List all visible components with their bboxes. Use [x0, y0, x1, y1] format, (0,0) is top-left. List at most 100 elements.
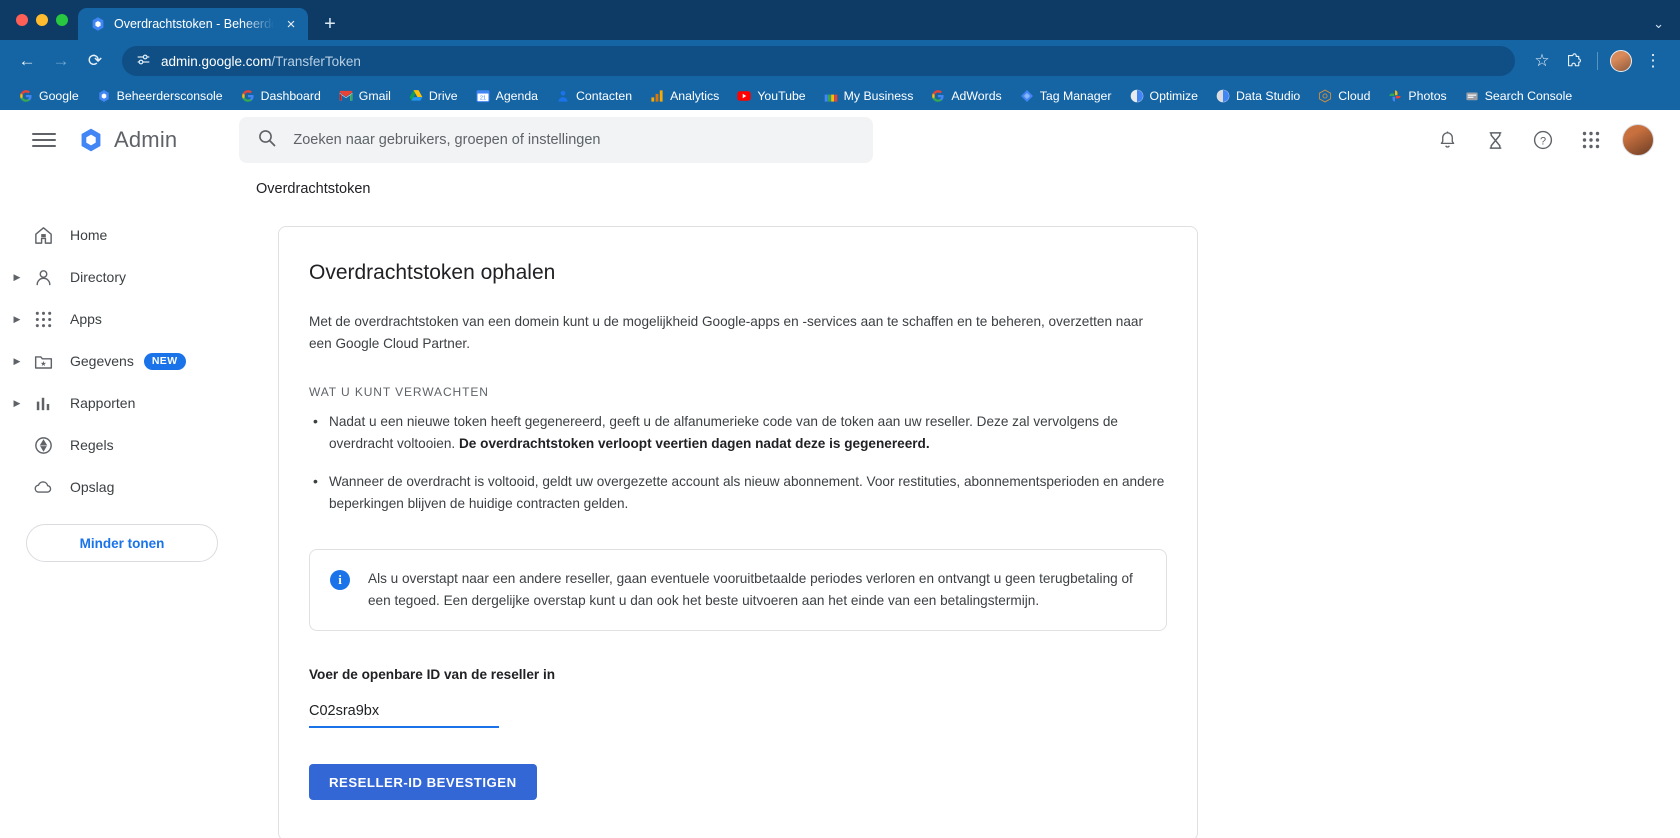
- back-button[interactable]: ←: [12, 46, 42, 76]
- info-box: i Als u overstapt naar een andere resell…: [309, 549, 1167, 632]
- bookmark-analytics[interactable]: Analytics: [641, 85, 728, 107]
- bookmark-cloud[interactable]: Cloud: [1309, 85, 1379, 107]
- google-g-icon: [20, 90, 32, 102]
- confirm-reseller-id-button[interactable]: RESELLER-ID BEVESTIGEN: [309, 764, 537, 801]
- chrome-menu-icon[interactable]: ⋮: [1638, 46, 1668, 76]
- puzzle-icon[interactable]: [1559, 46, 1589, 76]
- sidebar-item-label: Apps: [70, 311, 102, 327]
- search-bar[interactable]: [239, 117, 874, 163]
- tab-title: Overdrachtstoken - Beheerde: [114, 17, 274, 31]
- hamburger-icon[interactable]: [24, 120, 64, 160]
- help-icon[interactable]: ?: [1526, 123, 1560, 157]
- browser-tab[interactable]: Overdrachtstoken - Beheerde ×: [78, 8, 308, 40]
- bookmark-beheerdersconsole[interactable]: Beheerdersconsole: [88, 85, 232, 107]
- show-less-button[interactable]: Minder tonen: [26, 524, 218, 562]
- new-tab-button[interactable]: +: [316, 10, 344, 38]
- bookmark-label: Gmail: [358, 89, 391, 103]
- page-title: Overdrachtstoken: [256, 181, 371, 197]
- reload-button[interactable]: ⟳: [80, 46, 110, 76]
- bookmark-google[interactable]: Google: [10, 85, 88, 107]
- search-icon: [257, 128, 277, 153]
- sidebar-item-label: Home: [70, 227, 108, 243]
- sidebar-item-apps[interactable]: ▶ Apps: [0, 298, 236, 340]
- sidebar-item-rapporten[interactable]: ▶ Rapporten: [0, 382, 236, 424]
- bookmark-tag-manager[interactable]: Tag Manager: [1011, 85, 1121, 107]
- bookmark-star-icon[interactable]: ☆: [1527, 46, 1557, 76]
- bookmark-label: Analytics: [670, 89, 720, 103]
- section-label: WAT U KUNT VERWACHTEN: [309, 385, 489, 400]
- url-path: /TransferToken: [271, 53, 361, 69]
- calendar-icon: 21: [476, 90, 490, 103]
- bookmark-my-business[interactable]: My Business: [815, 85, 923, 107]
- drive-icon: [409, 90, 423, 101]
- cloud-icon: [1319, 89, 1332, 103]
- shield-icon: [26, 435, 60, 456]
- hourglass-icon[interactable]: [1478, 123, 1512, 157]
- bookmark-optimize[interactable]: Optimize: [1121, 85, 1208, 107]
- chevron-right-icon[interactable]: ▶: [8, 272, 26, 283]
- sidebar-item-label: Regels: [70, 437, 114, 453]
- bookmark-agenda[interactable]: 21 Agenda: [467, 85, 547, 107]
- bookmark-label: Tag Manager: [1039, 89, 1112, 103]
- brand-label: Admin: [114, 127, 178, 152]
- svg-text:★: ★: [40, 359, 46, 367]
- bookmark-label: Cloud: [1338, 89, 1371, 103]
- forward-button[interactable]: →: [46, 46, 76, 76]
- search-input[interactable]: [293, 132, 856, 148]
- minimize-window-button[interactable]: [36, 14, 48, 26]
- apps-grid-icon[interactable]: [1574, 123, 1608, 157]
- body-row: Home ▶ Directory ▶ Apps ▶ ★ Gegevens NEW…: [0, 208, 1680, 838]
- bookmark-data-studio[interactable]: Data Studio: [1207, 85, 1309, 107]
- bookmark-drive[interactable]: Drive: [400, 85, 467, 107]
- sidebar-item-opslag[interactable]: Opslag: [0, 466, 236, 508]
- admin-console-icon: [98, 90, 109, 102]
- bookmark-label: Agenda: [495, 89, 539, 103]
- chevron-right-icon[interactable]: ▶: [8, 398, 26, 409]
- bookmark-label: Dashboard: [260, 89, 321, 103]
- bookmark-label: AdWords: [951, 89, 1002, 103]
- maximize-window-button[interactable]: [56, 14, 68, 26]
- admin-brand[interactable]: Admin: [78, 127, 177, 153]
- close-window-button[interactable]: [16, 14, 28, 26]
- chevron-down-icon[interactable]: ⌄: [1653, 16, 1680, 40]
- breadcrumb: Overdrachtstoken: [0, 170, 1680, 208]
- sidebar-item-regels[interactable]: Regels: [0, 424, 236, 466]
- bookmark-adwords[interactable]: AdWords: [922, 85, 1010, 107]
- profile-avatar[interactable]: [1610, 50, 1632, 72]
- bookmark-label: Search Console: [1484, 89, 1573, 103]
- bookmark-dashboard[interactable]: Dashboard: [232, 85, 330, 107]
- status-badge: NEW: [143, 352, 186, 370]
- contacts-icon: [558, 90, 568, 102]
- close-icon[interactable]: ×: [282, 15, 300, 33]
- sidebar-item-label: Gegevens: [70, 353, 134, 369]
- bookmark-youtube[interactable]: YouTube: [728, 85, 814, 107]
- photos-icon: [1389, 90, 1402, 102]
- tab-strip: Overdrachtstoken - Beheerde × + ⌄: [0, 0, 1680, 40]
- svg-text:?: ?: [1540, 135, 1546, 147]
- adwords-icon: [932, 90, 944, 102]
- folder-star-icon: ★: [26, 351, 60, 372]
- info-box-text: Als u overstapt naar een andere reseller…: [368, 571, 1133, 609]
- avatar[interactable]: [1622, 124, 1654, 156]
- sidebar-item-gegevens[interactable]: ▶ ★ Gegevens NEW: [0, 340, 236, 382]
- bookmark-search-console[interactable]: Search Console: [1456, 85, 1582, 107]
- expectations-list: Nadat u een nieuwe token heeft gegeneree…: [309, 410, 1167, 515]
- bookmark-label: Google: [39, 89, 79, 103]
- chevron-right-icon[interactable]: ▶: [8, 356, 26, 367]
- bookmark-gmail[interactable]: Gmail: [330, 85, 400, 107]
- sidebar-item-home[interactable]: Home: [0, 214, 236, 256]
- svg-text:21: 21: [480, 96, 486, 102]
- optimize-icon: [1130, 89, 1143, 103]
- google-admin-logo-icon: [81, 128, 101, 152]
- data-studio-icon: [1216, 89, 1230, 103]
- bell-icon[interactable]: [1430, 123, 1464, 157]
- bookmark-contacten[interactable]: Contacten: [547, 85, 641, 107]
- address-bar[interactable]: admin.google.com/TransferToken: [122, 46, 1515, 76]
- reseller-id-input[interactable]: [309, 703, 499, 729]
- tune-icon[interactable]: [136, 52, 151, 70]
- bookmark-label: Data Studio: [1236, 89, 1301, 103]
- sidebar-item-directory[interactable]: ▶ Directory: [0, 256, 236, 298]
- bookmark-photos[interactable]: Photos: [1379, 85, 1455, 107]
- analytics-icon: [651, 90, 663, 102]
- chevron-right-icon[interactable]: ▶: [8, 314, 26, 325]
